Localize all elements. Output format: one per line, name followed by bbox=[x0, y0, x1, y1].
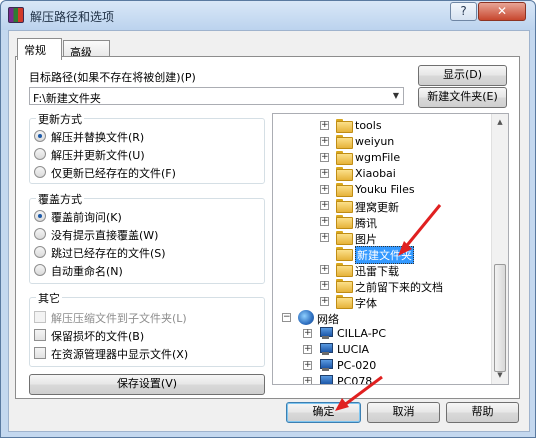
folder-label: 狸窝更新 bbox=[355, 201, 399, 214]
scroll-up-arrow-icon[interactable]: ▲ bbox=[494, 116, 506, 128]
winrar-app-icon bbox=[8, 7, 24, 23]
computer-icon bbox=[318, 343, 333, 356]
computer-icon bbox=[318, 375, 333, 384]
expand-plus-icon[interactable]: + bbox=[320, 297, 329, 306]
window-title: 解压路径和选项 bbox=[30, 10, 115, 24]
radio-button[interactable] bbox=[34, 130, 46, 142]
folder-label: 腾讯 bbox=[355, 217, 377, 230]
title-bar: 解压路径和选项 ? ✕ bbox=[1, 1, 535, 30]
folder-icon bbox=[336, 231, 353, 245]
scroll-thumb[interactable] bbox=[494, 264, 506, 372]
folder-icon bbox=[336, 119, 353, 133]
expand-plus-icon[interactable]: + bbox=[320, 153, 329, 162]
computer-label: LUCIA bbox=[337, 343, 370, 356]
folder-label: wgmFile bbox=[355, 151, 401, 164]
misc-title: 其它 bbox=[36, 290, 62, 306]
help-title-button[interactable]: ? bbox=[450, 2, 477, 21]
folder-icon bbox=[336, 263, 353, 277]
folder-icon bbox=[336, 247, 353, 261]
folder-label: Xiaobai bbox=[355, 167, 396, 180]
show-button[interactable]: 显示(D) bbox=[418, 65, 507, 86]
radio-button[interactable] bbox=[34, 166, 46, 178]
folder-icon bbox=[336, 295, 353, 309]
expand-plus-icon[interactable]: + bbox=[320, 169, 329, 178]
update-mode-title: 更新方式 bbox=[36, 111, 84, 127]
expand-plus-icon[interactable]: + bbox=[320, 217, 329, 226]
network-globe-icon bbox=[298, 310, 314, 325]
folder-label: Youku Files bbox=[355, 183, 415, 196]
radio-label: 解压并替换文件(R) bbox=[51, 131, 145, 144]
radio-button[interactable] bbox=[34, 148, 46, 160]
radio-label: 解压并更新文件(U) bbox=[51, 149, 145, 162]
folder-icon bbox=[336, 151, 353, 165]
folder-icon bbox=[336, 199, 353, 213]
cancel-button[interactable]: 取消 bbox=[367, 402, 440, 423]
scroll-down-arrow-icon[interactable]: ▼ bbox=[494, 369, 506, 381]
expand-plus-icon[interactable]: + bbox=[303, 361, 312, 370]
selected-folder-label: 新建文件夹 bbox=[355, 246, 414, 264]
target-path-label: 目标路径(如果不存在将被创建)(P) bbox=[29, 71, 196, 84]
radio-button[interactable] bbox=[34, 210, 46, 222]
expand-plus-icon[interactable]: + bbox=[320, 201, 329, 210]
chevron-down-icon[interactable]: ▼ bbox=[391, 91, 401, 101]
folder-icon bbox=[336, 215, 353, 229]
computer-icon bbox=[318, 327, 333, 340]
radio-label: 跳过已经存在的文件(S) bbox=[51, 247, 166, 260]
folder-tree[interactable]: + tools + weiyun + wgmFile + Xiaobai + Youku File… bbox=[272, 113, 509, 385]
radio-button[interactable] bbox=[34, 246, 46, 258]
folder-label: 图片 bbox=[355, 233, 377, 246]
ok-button[interactable]: 确定 bbox=[286, 402, 361, 423]
folder-label: weiyun bbox=[355, 135, 395, 148]
target-path-combobox[interactable]: F:\新建文件夹 ▼ bbox=[29, 87, 404, 105]
folder-icon bbox=[336, 135, 353, 149]
checkbox[interactable] bbox=[34, 329, 46, 341]
expand-plus-icon[interactable]: + bbox=[303, 345, 312, 354]
computer-icon bbox=[318, 359, 333, 372]
new-folder-button[interactable]: 新建文件夹(E) bbox=[418, 87, 507, 108]
computer-label: CILLA-PC bbox=[337, 327, 387, 340]
folder-label: 之前留下来的文档 bbox=[355, 281, 443, 294]
expand-plus-icon[interactable]: + bbox=[303, 377, 312, 384]
expand-plus-icon[interactable]: + bbox=[320, 233, 329, 242]
folder-icon bbox=[336, 279, 353, 293]
computer-label: PC-020 bbox=[337, 359, 377, 372]
folder-label: 迅雷下载 bbox=[355, 265, 399, 278]
folder-icon bbox=[336, 167, 353, 181]
folder-icon bbox=[336, 183, 353, 197]
computer-label: PC078 bbox=[337, 375, 373, 385]
checkbox-label: 在资源管理器中显示文件(X) bbox=[51, 348, 189, 361]
expand-plus-icon[interactable]: + bbox=[320, 137, 329, 146]
close-button[interactable]: ✕ bbox=[478, 2, 526, 21]
radio-button[interactable] bbox=[34, 228, 46, 240]
expand-plus-icon[interactable]: + bbox=[320, 121, 329, 130]
radio-label: 自动重命名(N) bbox=[51, 265, 123, 278]
target-path-value: F:\新建文件夹 bbox=[33, 92, 101, 105]
overwrite-mode-title: 覆盖方式 bbox=[36, 191, 84, 207]
tree-scrollbar[interactable]: ▲ ▼ bbox=[491, 114, 508, 384]
radio-label: 没有提示直接覆盖(W) bbox=[51, 229, 159, 242]
expand-plus-icon[interactable]: + bbox=[303, 329, 312, 338]
checkbox-label: 解压压缩文件到子文件夹(L) bbox=[51, 312, 187, 325]
radio-label: 仅更新已经存在的文件(F) bbox=[51, 167, 176, 180]
tab-general[interactable]: 常规 bbox=[17, 38, 62, 60]
checkbox[interactable] bbox=[34, 311, 46, 323]
expand-plus-icon[interactable]: + bbox=[320, 281, 329, 290]
save-settings-button[interactable]: 保存设置(V) bbox=[29, 374, 265, 395]
collapse-minus-icon[interactable]: − bbox=[282, 313, 291, 322]
help-button[interactable]: 帮助 bbox=[446, 402, 519, 423]
folder-label: tools bbox=[355, 119, 382, 132]
radio-button[interactable] bbox=[34, 264, 46, 276]
checkbox-label: 保留损坏的文件(B) bbox=[51, 330, 145, 343]
network-label: 网络 bbox=[317, 313, 339, 326]
folder-label: 字体 bbox=[355, 297, 377, 310]
expand-plus-icon[interactable]: + bbox=[320, 185, 329, 194]
expand-plus-icon[interactable]: + bbox=[320, 265, 329, 274]
checkbox[interactable] bbox=[34, 347, 46, 359]
radio-label: 覆盖前询问(K) bbox=[51, 211, 122, 224]
